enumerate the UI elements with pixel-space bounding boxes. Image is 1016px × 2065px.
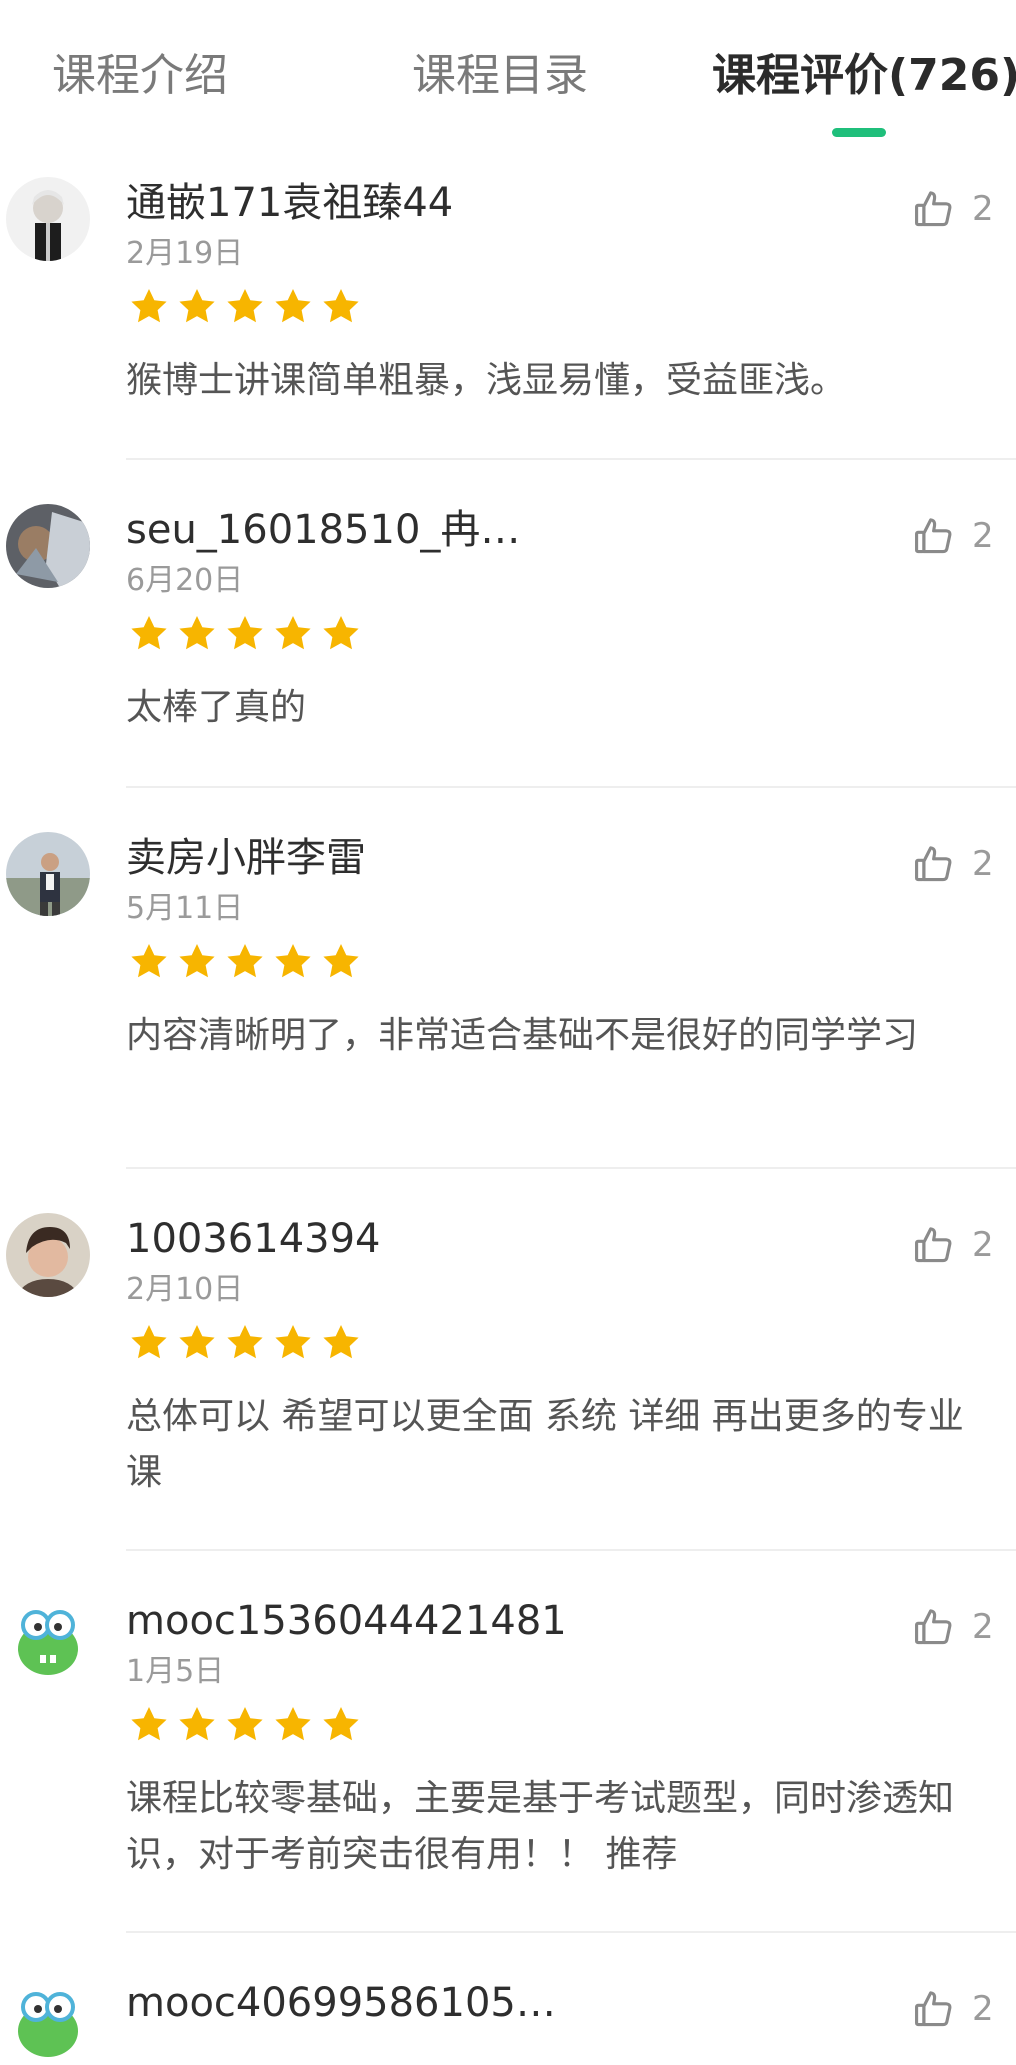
star-icon — [318, 285, 364, 329]
review-item: seu_16018510_冉… 6月20日 太棒了真的 2 — [0, 504, 1016, 754]
star-icon — [270, 612, 316, 656]
active-tab-indicator — [832, 128, 886, 137]
review-date: 1月5日 — [126, 1654, 225, 1689]
review-username[interactable]: mooc40699586105… — [126, 1977, 886, 2029]
star-icon — [126, 940, 172, 984]
review-date: 5月11日 — [126, 891, 244, 926]
avatar[interactable] — [6, 1977, 90, 2061]
star-rating — [126, 285, 366, 329]
star-rating — [126, 612, 366, 656]
star-icon — [222, 1703, 268, 1747]
star-icon — [174, 612, 220, 656]
review-content: 总体可以 希望可以更全面 系统 详细 再出更多的专业课 — [126, 1396, 964, 1493]
avatar[interactable] — [6, 1213, 90, 1297]
course-tab-bar: 课程介绍 课程目录 课程评价(726) — [0, 0, 1016, 140]
review-username[interactable]: seu_16018510_冉… — [126, 504, 886, 556]
divider — [126, 1549, 1016, 1551]
star-icon — [270, 1703, 316, 1747]
review-username[interactable]: 1003614394 — [126, 1213, 886, 1265]
star-icon — [318, 940, 364, 984]
review-username[interactable]: 卖房小胖李雷 — [126, 832, 886, 884]
review-item: mooc1536044421481 1月5日 课程比较零基础，主要是基于考试题型… — [0, 1595, 1016, 1905]
like-button[interactable]: 2 — [912, 185, 994, 233]
review-content: 内容清晰明了，非常适合基础不是很好的同学学习 — [126, 1015, 919, 1056]
avatar[interactable] — [6, 1595, 90, 1679]
star-icon — [222, 612, 268, 656]
like-count: 2 — [972, 1607, 994, 1647]
like-button[interactable]: 2 — [912, 1985, 994, 2033]
review-item: mooc40699586105… 2 — [0, 1977, 1016, 2065]
star-icon — [174, 940, 220, 984]
star-icon — [174, 1703, 220, 1747]
star-icon — [270, 285, 316, 329]
tab-course-reviews[interactable]: 课程评价(726) — [712, 48, 1016, 104]
star-icon — [222, 285, 268, 329]
star-rating — [126, 1321, 366, 1365]
star-icon — [126, 1321, 172, 1365]
thumbs-up-icon — [912, 1223, 956, 1267]
thumbs-up-icon — [912, 1605, 956, 1649]
like-button[interactable]: 2 — [912, 840, 994, 888]
star-rating — [126, 940, 366, 984]
star-icon — [318, 1703, 364, 1747]
star-icon — [270, 1321, 316, 1365]
review-username[interactable]: 通嵌171袁祖臻44 — [126, 177, 886, 229]
like-count: 2 — [972, 1225, 994, 1265]
review-date: 6月20日 — [126, 563, 244, 598]
review-content: 猴博士讲课简单粗暴，浅显易懂，受益匪浅。 — [126, 360, 847, 401]
thumbs-up-icon — [912, 842, 956, 886]
divider — [126, 1931, 1016, 1933]
tab-course-intro[interactable]: 课程介绍 — [52, 48, 228, 104]
like-button[interactable]: 2 — [912, 1603, 994, 1651]
star-icon — [318, 1321, 364, 1365]
review-date: 2月19日 — [126, 236, 244, 271]
tab-course-catalog[interactable]: 课程目录 — [412, 48, 588, 104]
like-button[interactable]: 2 — [912, 512, 994, 560]
star-icon — [270, 940, 316, 984]
avatar[interactable] — [6, 177, 90, 261]
like-count: 2 — [972, 844, 994, 884]
divider — [126, 458, 1016, 460]
review-item: 1003614394 2月10日 总体可以 希望可以更全面 系统 详细 再出更多… — [0, 1213, 1016, 1523]
avatar[interactable] — [6, 832, 90, 916]
like-count: 2 — [972, 189, 994, 229]
star-icon — [126, 285, 172, 329]
star-icon — [126, 612, 172, 656]
review-content: 课程比较零基础，主要是基于考试题型，同时渗透知识，对于考前突击很有用！！ 推荐 — [126, 1778, 955, 1875]
thumbs-up-icon — [912, 1987, 956, 2031]
star-icon — [222, 940, 268, 984]
divider — [126, 786, 1016, 788]
thumbs-up-icon — [912, 514, 956, 558]
star-icon — [222, 1321, 268, 1365]
like-count: 2 — [972, 516, 994, 556]
review-item: 卖房小胖李雷 5月11日 内容清晰明了，非常适合基础不是很好的同学学习 2 — [0, 832, 1016, 1142]
review-username[interactable]: mooc1536044421481 — [126, 1595, 886, 1647]
review-date: 2月10日 — [126, 1272, 244, 1307]
like-count: 2 — [972, 1989, 994, 2029]
divider — [126, 1167, 1016, 1169]
star-icon — [126, 1703, 172, 1747]
star-rating — [126, 1703, 366, 1747]
like-button[interactable]: 2 — [912, 1221, 994, 1269]
thumbs-up-icon — [912, 187, 956, 231]
star-icon — [318, 612, 364, 656]
review-item: 通嵌171袁祖臻44 2月19日 猴博士讲课简单粗暴，浅显易懂，受益匪浅。 2 — [0, 177, 1016, 427]
star-icon — [174, 285, 220, 329]
avatar[interactable] — [6, 504, 90, 588]
star-icon — [174, 1321, 220, 1365]
review-content: 太棒了真的 — [126, 687, 307, 728]
